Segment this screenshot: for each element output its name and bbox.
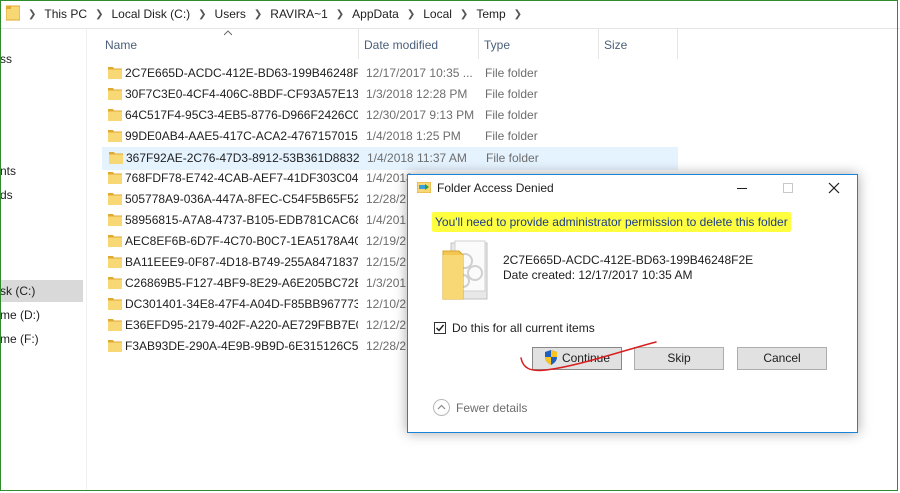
navigation-pane: ss nts ds sk (C:) me (D:) me (F:) (0, 29, 87, 491)
breadcrumb-local[interactable]: Local (423, 7, 452, 21)
chevron-right-icon[interactable]: ❯ (336, 9, 344, 20)
folder-icon (108, 298, 122, 310)
file-date-modified: 1/3/2018 12:28 PM (366, 87, 468, 101)
zipped-folder-icon (442, 240, 488, 300)
table-row[interactable]: 99DE0AB4-AAE5-417C-ACA2-4767157015... 1/4… (102, 126, 676, 147)
maximize-icon (783, 183, 793, 193)
chevron-right-icon[interactable]: ❯ (254, 9, 262, 20)
item-name: 2C7E665D-ACDC-412E-BD63-199B46248F2E (503, 253, 754, 267)
table-row[interactable]: 2C7E665D-ACDC-412E-BD63-199B46248F... 12/… (102, 63, 676, 84)
fewer-details-toggle[interactable]: Fewer details (433, 399, 527, 416)
file-name: BA11EEE9-0F87-4D18-B749-255A8471837C (125, 255, 358, 269)
file-name: 58956815-A7A8-4737-B105-EDB781CAC687 (125, 213, 358, 227)
uac-shield-icon (544, 350, 557, 366)
file-name: E36EFD95-2179-402F-A220-AE729FBB7E03 (125, 318, 358, 332)
file-type: File folder (485, 108, 538, 122)
file-name: C26869B5-F127-4BF9-8E29-A6E205BC72BC (125, 276, 358, 290)
breadcrumb-this-pc[interactable]: This PC (44, 7, 87, 21)
file-name: AEC8EF6B-6D7F-4C70-B0C7-1EA5178A40... (125, 234, 358, 248)
folder-icon (6, 5, 20, 21)
folder-icon (108, 109, 122, 121)
item-date-created: Date created: 12/17/2017 10:35 AM (503, 268, 693, 282)
close-icon[interactable] (822, 175, 846, 201)
file-name: 2C7E665D-ACDC-412E-BD63-199B46248F... (125, 66, 358, 80)
file-name: 505778A9-036A-447A-8FEC-C54F5B65F521 (125, 192, 358, 206)
apply-to-all-checkbox[interactable] (434, 322, 446, 334)
file-date-modified: 1/4/2018 11:37 AM (367, 151, 467, 165)
nav-item-quick-access[interactable]: ss (0, 48, 12, 70)
file-date-modified: 12/17/2017 10:35 ... (366, 66, 473, 80)
file-name: 367F92AE-2C76-47D3-8912-53B361D88322 (126, 151, 359, 165)
fewer-details-label: Fewer details (456, 400, 528, 415)
folder-icon (108, 193, 122, 205)
folder-icon (109, 152, 123, 164)
column-type-header[interactable]: Type (478, 29, 598, 59)
folder-icon (108, 235, 122, 247)
table-row[interactable]: 30F7C3E0-4CF4-406C-8BDF-CF93A57E139E 1/3/… (102, 84, 676, 105)
file-type: File folder (485, 87, 538, 101)
breadcrumb-temp[interactable]: Temp (476, 7, 505, 21)
chevron-up-circle-icon (433, 399, 450, 416)
file-name: 99DE0AB4-AAE5-417C-ACA2-4767157015... (125, 129, 358, 143)
breadcrumb-local-disk[interactable]: Local Disk (C:) (111, 7, 190, 21)
nav-item-downloads[interactable]: ds (0, 184, 13, 206)
file-name: 30F7C3E0-4CF4-406C-8BDF-CF93A57E139E (125, 87, 358, 101)
table-row[interactable]: 367F92AE-2C76-47D3-8912-53B361D88322 1/4/… (102, 147, 678, 170)
chevron-right-icon[interactable]: ❯ (514, 9, 522, 20)
folder-move-icon (417, 182, 431, 193)
minimize-icon[interactable] (730, 175, 754, 201)
file-type: File folder (486, 151, 539, 165)
file-date-modified: 12/30/2017 9:13 PM (366, 108, 475, 122)
file-date-modified: 1/4/2018 1:25 PM (366, 129, 461, 143)
file-type: File folder (485, 66, 538, 80)
folder-icon (108, 172, 122, 184)
skip-button[interactable]: Skip (634, 347, 724, 370)
folder-icon (108, 256, 122, 268)
address-bar[interactable]: ❯ This PC ❯ Local Disk (C:) ❯ Users ❯ RA… (0, 0, 900, 29)
continue-button-label: Continue (561, 351, 611, 365)
apply-to-all-label: Do this for all current items (452, 321, 595, 335)
folder-icon (108, 67, 122, 79)
chevron-right-icon[interactable]: ❯ (95, 9, 103, 20)
permission-message: You'll need to provide administrator per… (432, 212, 791, 232)
folder-icon (108, 319, 122, 331)
checkmark-icon (436, 324, 445, 332)
folder-access-denied-dialog: Folder Access Denied You'll need to prov… (407, 174, 858, 433)
folder-icon (108, 340, 122, 352)
chevron-right-icon[interactable]: ❯ (407, 9, 415, 20)
breadcrumb-appdata[interactable]: AppData (352, 7, 399, 21)
breadcrumb: ❯ This PC ❯ Local Disk (C:) ❯ Users ❯ RA… (26, 0, 530, 28)
nav-item-local-disk-c[interactable]: sk (C:) (0, 280, 83, 302)
nav-item-volume-d[interactable]: me (D:) (0, 304, 40, 326)
nav-item-volume-f[interactable]: me (F:) (0, 328, 39, 350)
cancel-button[interactable]: Cancel (737, 347, 827, 370)
continue-button[interactable]: Continue (532, 347, 622, 370)
dialog-title: Folder Access Denied (437, 181, 554, 195)
chevron-right-icon[interactable]: ❯ (460, 9, 468, 20)
breadcrumb-users[interactable]: Users (215, 7, 246, 21)
sort-ascending-icon (224, 30, 232, 36)
dialog-titlebar[interactable]: Folder Access Denied (408, 175, 857, 201)
file-name: F3AB93DE-290A-4E9B-9B9D-6E315126C5B8 (125, 339, 358, 353)
table-row[interactable]: 64C517F4-95C3-4EB5-8776-D966F2426C08 12/3… (102, 105, 676, 126)
column-size-header[interactable]: Size (598, 29, 678, 59)
apply-to-all-option[interactable]: Do this for all current items (434, 321, 595, 335)
column-header: Name Date modified Type Size (100, 29, 680, 59)
folder-icon (108, 130, 122, 142)
folder-icon (108, 88, 122, 100)
column-date-header[interactable]: Date modified (358, 29, 478, 59)
file-name: 64C517F4-95C3-4EB5-8776-D966F2426C08 (125, 108, 358, 122)
file-name: DC301401-34E8-47F4-A04D-F85BB967773C (125, 297, 358, 311)
nav-item-documents[interactable]: nts (0, 160, 16, 182)
breadcrumb-user[interactable]: RAVIRA~1 (270, 7, 327, 21)
chevron-right-icon[interactable]: ❯ (28, 9, 36, 20)
chevron-right-icon[interactable]: ❯ (198, 9, 206, 20)
file-name: 768FDF78-E742-4CAB-AEF7-41DF303C04EE (125, 171, 358, 185)
folder-icon (108, 214, 122, 226)
file-type: File folder (485, 129, 538, 143)
folder-icon (108, 277, 122, 289)
